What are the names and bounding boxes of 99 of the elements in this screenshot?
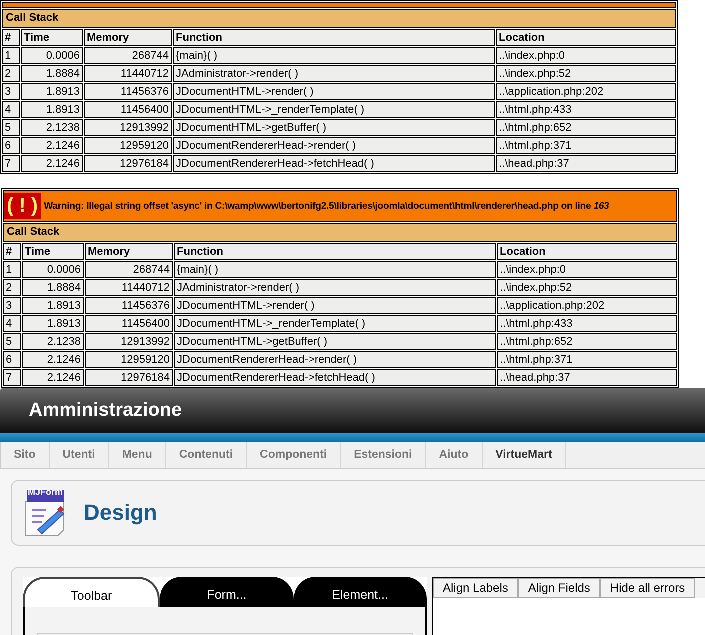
- table-cell: 1.8913: [22, 297, 84, 314]
- table-cell: 11456400: [84, 101, 172, 118]
- table-cell: ..\html.php:652: [496, 119, 676, 136]
- menu-item[interactable]: Componenti: [247, 442, 342, 468]
- table-cell: {main}( ): [174, 261, 496, 278]
- table-cell: ..\html.php:433: [497, 315, 678, 332]
- warning-message: Warning: Illegal string offset 'async' in C:\wamp\www\bertonifg2.5\libraries\joomla\document\html\renderer\head.php on line 163: [44, 200, 610, 212]
- column-header: Function: [174, 243, 496, 260]
- table-cell: ..\index.php:52: [496, 65, 676, 82]
- table-cell: 2.1238: [22, 333, 84, 350]
- table-cell: 12913992: [85, 333, 173, 350]
- table-cell: ..\index.php:0: [497, 261, 678, 278]
- table-cell: 1.8913: [21, 83, 83, 100]
- warning-icon: ( ! ): [4, 193, 42, 219]
- table-cell: 11456400: [85, 315, 173, 332]
- table-cell: ..\index.php:52: [497, 279, 678, 296]
- table-cell: 1.8913: [22, 315, 84, 332]
- table-cell: {main}( ): [173, 47, 495, 64]
- table-cell: 5: [2, 119, 20, 136]
- table-cell: 12976184: [84, 155, 172, 172]
- menu-item[interactable]: Utenti: [50, 442, 110, 468]
- table-cell: 1: [2, 47, 20, 64]
- table-cell: 2: [3, 279, 21, 296]
- table-cell: JAdministrator->render( ): [173, 65, 495, 82]
- table-cell: 7: [3, 369, 21, 386]
- table-cell: JDocumentRendererHead->render( ): [174, 351, 496, 368]
- logo-label: MJForm: [28, 487, 64, 497]
- table-cell: 12959120: [84, 137, 172, 154]
- table-cell: 1.8913: [21, 101, 83, 118]
- table-cell: ..\head.php:37: [497, 369, 678, 386]
- table-cell: 12913992: [84, 119, 172, 136]
- table-cell: 2.1246: [22, 351, 84, 368]
- menu-item[interactable]: Estensioni: [341, 442, 426, 468]
- table-cell: 2.1238: [21, 119, 83, 136]
- table-cell: JDocumentHTML->getBuffer( ): [173, 119, 495, 136]
- page-title: Design: [84, 500, 158, 526]
- table-cell: 4: [2, 101, 20, 118]
- table-cell: JAdministrator->render( ): [174, 279, 496, 296]
- table-cell: ..\application.php:202: [497, 297, 678, 314]
- table-cell: 268744: [84, 47, 172, 64]
- table-cell: 268744: [85, 261, 173, 278]
- table-cell: 2.1246: [21, 137, 83, 154]
- table-cell: 11456376: [84, 83, 172, 100]
- table-cell: ..\html.php:433: [496, 101, 676, 118]
- tab[interactable]: Element...: [294, 577, 427, 607]
- toolbar-button[interactable]: Align Labels: [433, 578, 518, 598]
- table-cell: 2: [2, 65, 20, 82]
- table-cell: ..\head.php:37: [496, 155, 676, 172]
- menu-item[interactable]: Contenuti: [166, 442, 248, 468]
- column-header: Memory: [85, 243, 173, 260]
- table-cell: 12959120: [85, 351, 173, 368]
- table-cell: 1.8884: [21, 65, 83, 82]
- table-cell: ..\index.php:0: [496, 47, 676, 64]
- toolbar-button[interactable]: Align Fields: [518, 578, 600, 598]
- table-cell: 11440712: [84, 65, 172, 82]
- column-header: #: [3, 243, 21, 260]
- table-cell: 5: [3, 333, 21, 350]
- table-cell: 2.1246: [22, 369, 84, 386]
- site-title: Amministrazione: [29, 400, 182, 422]
- table-cell: 4: [3, 315, 21, 332]
- menu-item[interactable]: Menu: [109, 442, 166, 468]
- table-cell: 2.1246: [21, 155, 83, 172]
- table-cell: 6: [3, 351, 21, 368]
- column-header: Location: [497, 243, 678, 260]
- table-cell: ..\html.php:652: [497, 333, 678, 350]
- table-cell: JDocumentHTML->render( ): [173, 83, 495, 100]
- table-cell: JDocumentHTML->_renderTemplate( ): [173, 101, 495, 118]
- table-cell: 3: [2, 83, 20, 100]
- table-cell: JDocumentHTML->render( ): [174, 297, 496, 314]
- menu-item[interactable]: VirtueMart: [482, 442, 566, 468]
- toolbar-button[interactable]: Hide all errors: [600, 578, 696, 598]
- table-cell: 11440712: [85, 279, 173, 296]
- tab[interactable]: Form...: [160, 577, 294, 607]
- table-cell: 1: [3, 261, 21, 278]
- column-header: Location: [496, 29, 676, 46]
- table-cell: JDocumentHTML->getBuffer( ): [174, 333, 496, 350]
- table-cell: JDocumentRendererHead->fetchHead( ): [174, 369, 496, 386]
- table-cell: JDocumentRendererHead->render( ): [173, 137, 495, 154]
- table-cell: ..\html.php:371: [497, 351, 678, 368]
- table-cell: 0.0006: [21, 47, 83, 64]
- table-cell: 1.8884: [22, 279, 84, 296]
- table-cell: JDocumentHTML->_renderTemplate( ): [174, 315, 496, 332]
- menu-item[interactable]: Aiuto: [426, 442, 483, 468]
- column-header: Function: [173, 29, 495, 46]
- column-header: Time: [21, 29, 83, 46]
- column-header: Memory: [84, 29, 172, 46]
- table-cell: ..\html.php:371: [496, 137, 676, 154]
- menu-item[interactable]: Sito: [1, 442, 50, 468]
- column-header: #: [2, 29, 20, 46]
- table-cell: ..\application.php:202: [496, 83, 676, 100]
- column-header: Time: [22, 243, 84, 260]
- table-cell: 7: [2, 155, 20, 172]
- table-cell: 3: [3, 297, 21, 314]
- table-cell: 0.0006: [22, 261, 84, 278]
- table-cell: 12976184: [85, 369, 173, 386]
- table-cell: 11456376: [85, 297, 173, 314]
- table-cell: 6: [2, 137, 20, 154]
- table-cell: JDocumentRendererHead->fetchHead( ): [173, 155, 495, 172]
- tab[interactable]: Toolbar: [23, 577, 160, 607]
